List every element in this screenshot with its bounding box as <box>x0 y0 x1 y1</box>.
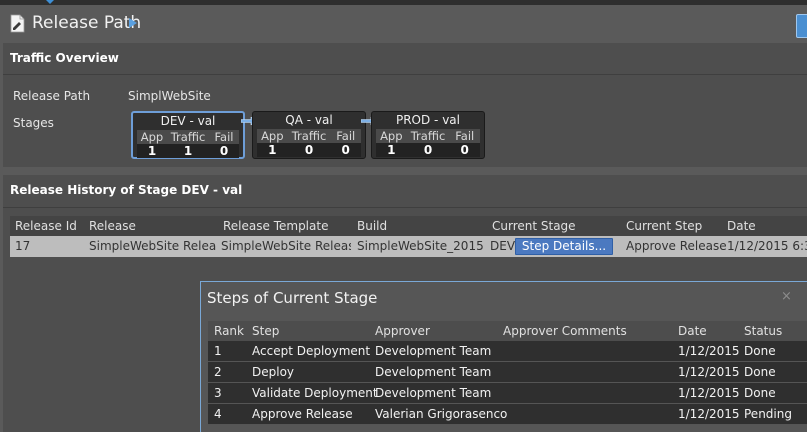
close-icon[interactable]: × <box>781 289 792 304</box>
page-header: Release Path <box>0 5 807 43</box>
stage-name: DEV - val <box>160 114 216 128</box>
approver-cell: Development Team <box>375 344 492 358</box>
col-traffic: Traffic <box>410 129 446 143</box>
release-id-cell: 17 <box>15 239 31 253</box>
build-cell: SimpleWebSite_2015... <box>357 239 485 253</box>
table-row[interactable]: 4 Approve Release Valerian Grigorasenco … <box>208 404 807 425</box>
play-arrow-icon[interactable] <box>129 18 137 28</box>
traffic-overview-title: Traffic Overview <box>10 51 119 65</box>
col-current-stage[interactable]: Current Stage <box>492 216 576 236</box>
date-cell: 1/12/2015 6:31 <box>727 239 807 253</box>
date-cell: 1/12/2015 <box>678 344 740 358</box>
stage-header-row: App Traffic Fail <box>137 130 239 144</box>
col-release[interactable]: Release <box>89 216 136 236</box>
col-fail: Fail <box>214 130 234 144</box>
release-path-label: Release Path <box>13 89 91 103</box>
app-count: 1 <box>268 143 277 157</box>
stages-label: Stages <box>13 116 54 130</box>
col-fail: Fail <box>455 129 475 143</box>
col-fail: Fail <box>336 129 356 143</box>
rank-cell: 1 <box>214 344 222 358</box>
col-release-template[interactable]: Release Template <box>223 216 328 236</box>
release-path-value: SimplWebSite <box>128 89 211 103</box>
col-rank[interactable]: Rank <box>214 321 244 341</box>
app-count: 1 <box>387 143 396 157</box>
col-approver-comments[interactable]: Approver Comments <box>503 321 627 341</box>
app-count: 1 <box>147 144 157 158</box>
status-cell: Done <box>744 386 776 400</box>
stage-card-dev[interactable]: DEV - val App Traffic Fail 1 1 0 <box>131 111 245 159</box>
stage-values-row: 1 0 0 <box>376 143 480 157</box>
approver-cell: Valerian Grigorasenco <box>375 407 508 421</box>
date-cell: 1/12/2015 <box>678 407 740 421</box>
col-status[interactable]: Status <box>744 321 782 341</box>
table-row[interactable]: 1 Accept Deployment Development Team 1/1… <box>208 341 807 362</box>
col-release-id[interactable]: Release Id <box>15 216 77 236</box>
current-step-cell: Approve Release <box>626 239 727 253</box>
col-app: App <box>261 129 284 143</box>
dialog-title: Steps of Current Stage <box>207 289 378 307</box>
stage-values-row: 1 1 0 <box>137 144 239 158</box>
step-cell: Accept Deployment <box>252 344 371 358</box>
release-history-title: Release History of Stage DEV - val <box>10 183 243 197</box>
col-build[interactable]: Build <box>357 216 387 236</box>
col-date[interactable]: Date <box>727 216 756 236</box>
status-cell: Pending <box>744 407 792 421</box>
col-traffic: Traffic <box>170 130 206 144</box>
document-icon <box>10 14 25 33</box>
table-row[interactable]: 3 Validate Deployment Development Team 1… <box>208 383 807 404</box>
stage-header-row: App Traffic Fail <box>376 129 480 143</box>
col-app: App <box>380 129 403 143</box>
stage-values-row: 1 0 0 <box>257 143 361 157</box>
steps-dialog: Steps of Current Stage × Rank Step Appro… <box>200 281 807 432</box>
right-edge-button[interactable] <box>796 14 807 38</box>
fail-count: 0 <box>341 143 350 157</box>
step-cell: Approve Release <box>252 407 353 421</box>
history-table-header: Release Id Release Release Template Buil… <box>10 216 807 236</box>
traffic-count: 1 <box>183 144 193 158</box>
status-cell: Done <box>744 344 776 358</box>
fail-count: 0 <box>460 143 469 157</box>
steps-table: Rank Step Approver Approver Comments Dat… <box>208 321 807 425</box>
col-current-step[interactable]: Current Step <box>626 216 702 236</box>
step-cell: Validate Deployment <box>252 386 378 400</box>
col-approver[interactable]: Approver <box>375 321 430 341</box>
step-details-button[interactable]: Step Details... <box>515 238 613 255</box>
approver-cell: Development Team <box>375 386 492 400</box>
stage-header-row: App Traffic Fail <box>257 129 361 143</box>
date-cell: 1/12/2015 <box>678 365 740 379</box>
panel-divider <box>3 74 807 75</box>
stage-card-prod[interactable]: PROD - val App Traffic Fail 1 0 0 <box>371 111 485 159</box>
release-cell: SimpleWebSite Relea... <box>89 239 217 253</box>
table-row[interactable]: 17 SimpleWebSite Relea... SimpleWebSite … <box>10 236 807 257</box>
stage-name: QA - val <box>285 113 333 127</box>
rank-cell: 2 <box>214 365 222 379</box>
page-title: Release Path <box>32 13 142 33</box>
fail-count: 0 <box>219 144 229 158</box>
traffic-count: 0 <box>423 143 433 157</box>
col-app: App <box>140 130 164 144</box>
date-cell: 1/12/2015 <box>678 386 740 400</box>
approver-cell: Development Team <box>375 365 492 379</box>
status-cell: Done <box>744 365 776 379</box>
col-traffic: Traffic <box>291 129 327 143</box>
traffic-count: 0 <box>304 143 314 157</box>
top-notch-icon <box>46 0 54 4</box>
col-step[interactable]: Step <box>252 321 279 341</box>
stage-name: PROD - val <box>395 113 460 127</box>
stage-card-qa[interactable]: QA - val App Traffic Fail 1 0 0 <box>252 111 366 159</box>
steps-table-header: Rank Step Approver Approver Comments Dat… <box>208 321 807 341</box>
rank-cell: 4 <box>214 407 222 421</box>
release-template-cell: SimpleWebSite Release <box>221 239 351 253</box>
panel-divider <box>3 207 807 208</box>
col-date[interactable]: Date <box>678 321 707 341</box>
rank-cell: 3 <box>214 386 222 400</box>
table-row[interactable]: 2 Deploy Development Team 1/12/2015 Done <box>208 362 807 383</box>
step-cell: Deploy <box>252 365 295 379</box>
